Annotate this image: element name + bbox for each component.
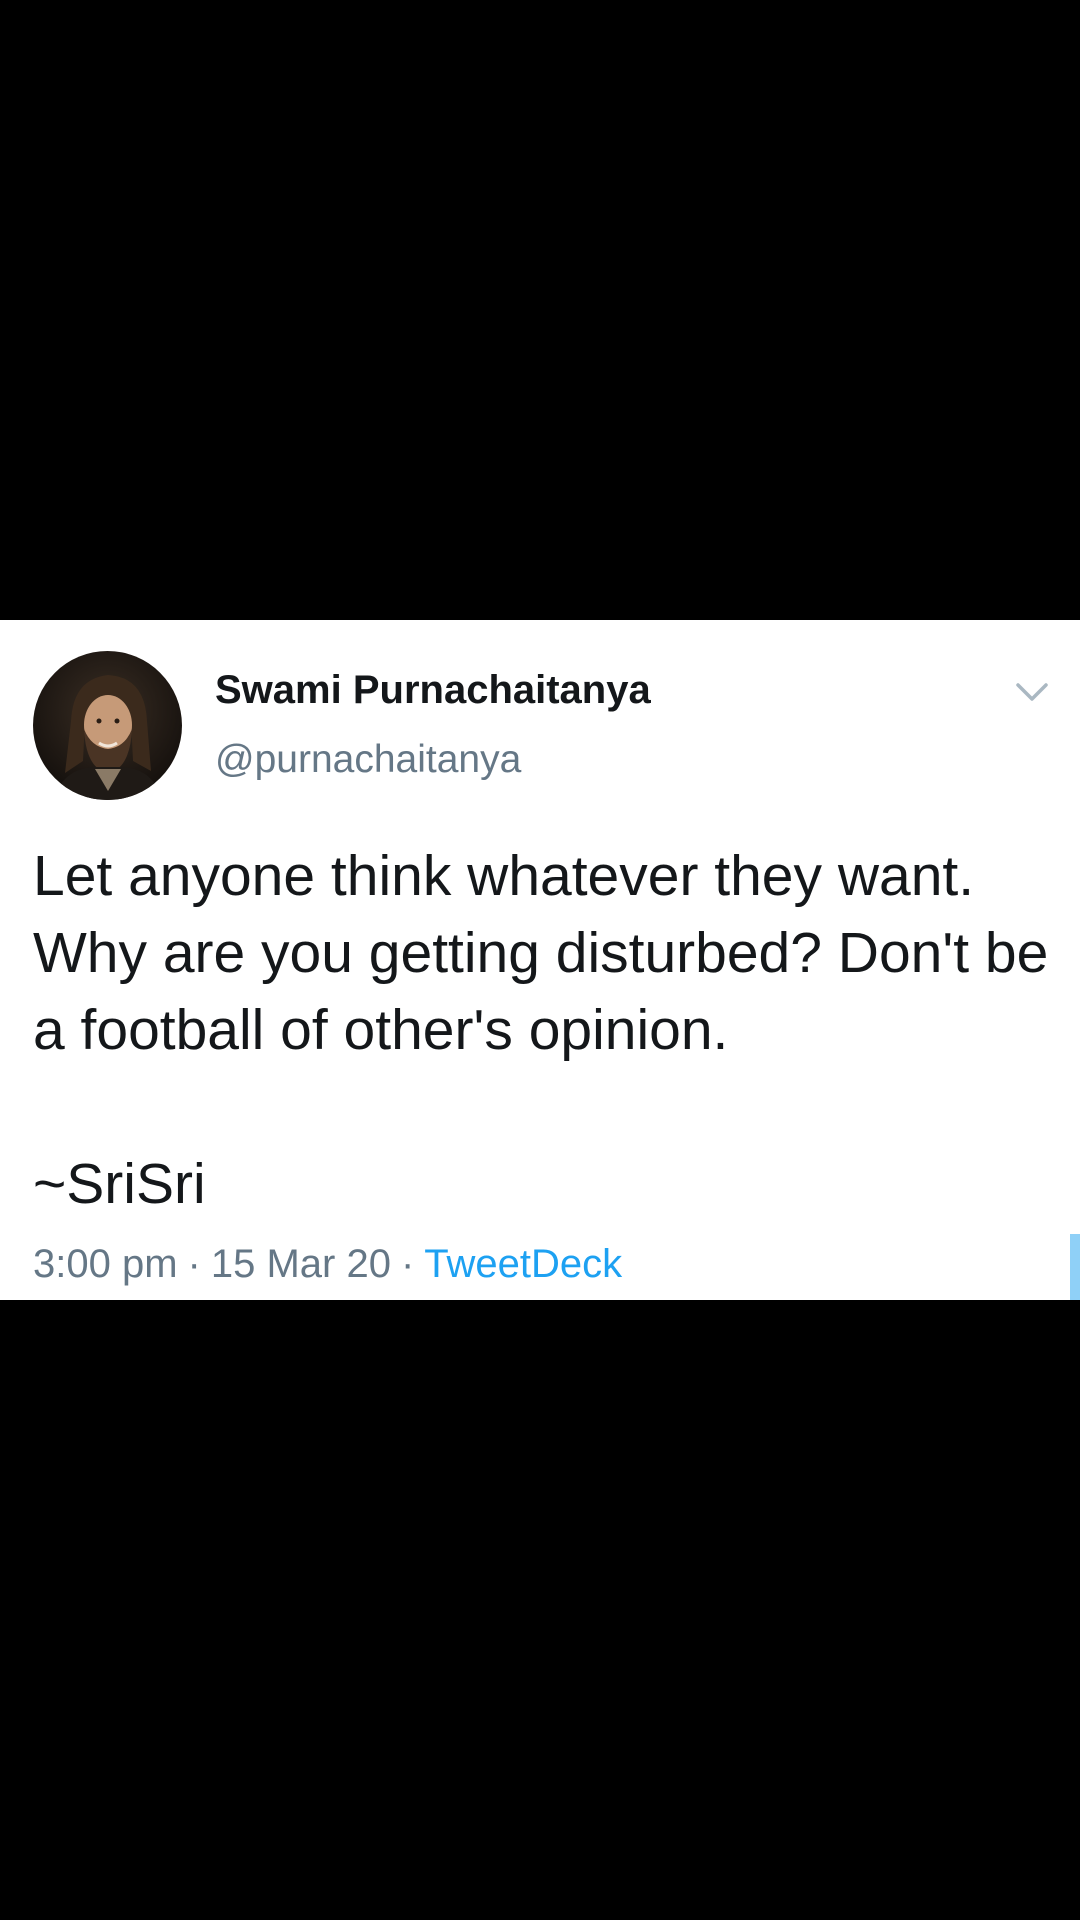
author-display-name[interactable]: Swami Purnachaitanya: [215, 668, 651, 713]
meta-separator: ·: [187, 1242, 201, 1286]
author-handle[interactable]: @purnachaitanya: [215, 738, 521, 782]
meta-separator: ·: [400, 1242, 415, 1286]
tweet-time: 3:00 pm: [33, 1242, 178, 1286]
scroll-indicator[interactable]: [1070, 1234, 1080, 1300]
tweet-text: Let anyone think whatever they want. Why…: [33, 844, 1049, 1216]
avatar-photo-icon: [33, 651, 182, 800]
author-avatar[interactable]: [33, 651, 182, 800]
screenshot-screen: Swami Purnachaitanya @purnachaitanya Let…: [0, 0, 1080, 1920]
tweet-date: 15 Mar 20: [210, 1242, 391, 1286]
tweet-meta: 3:00 pm · 15 Mar 20 · TweetDeck: [33, 1242, 622, 1287]
tweet-menu-button[interactable]: [1014, 678, 1050, 706]
tweet-source-link[interactable]: TweetDeck: [424, 1242, 622, 1286]
chevron-down-icon: [1016, 683, 1048, 701]
